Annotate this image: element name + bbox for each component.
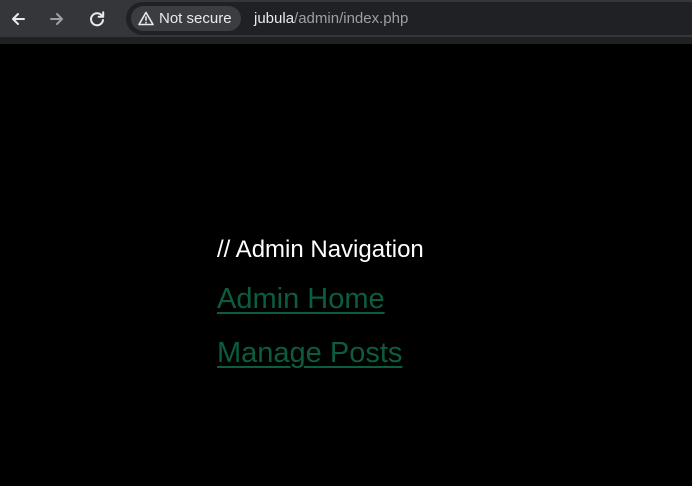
url-host: jubula — [254, 10, 295, 27]
forward-button[interactable] — [44, 6, 70, 32]
url-text[interactable]: jubula/admin/index.php — [254, 2, 408, 35]
arrow-left-icon — [12, 13, 25, 25]
toolbar-divider — [0, 37, 692, 44]
reload-button[interactable] — [84, 6, 110, 32]
admin-home-link[interactable]: Admin Home — [217, 279, 424, 319]
security-chip[interactable]: Not secure — [131, 6, 241, 31]
arrow-right-icon — [50, 13, 63, 25]
admin-navigation: // Admin Navigation Admin Home Manage Po… — [217, 232, 424, 387]
reload-icon — [90, 11, 105, 27]
url-path: /admin/index.php — [294, 10, 409, 27]
nav-heading: // Admin Navigation — [217, 236, 424, 263]
back-button[interactable] — [5, 6, 31, 32]
security-label: Not secure — [159, 10, 232, 27]
browser-toolbar: Not secure jubula/admin/index.php — [0, 0, 692, 37]
warning-triangle-icon — [138, 11, 154, 26]
address-bar[interactable]: Not secure jubula/admin/index.php — [126, 2, 692, 35]
manage-posts-link[interactable]: Manage Posts — [217, 333, 424, 373]
